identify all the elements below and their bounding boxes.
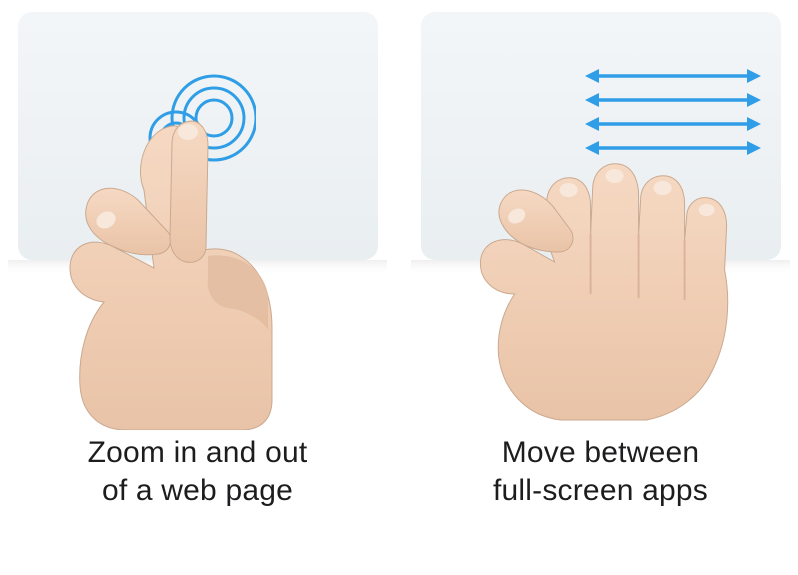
gesture-caption: Move between full-screen apps <box>493 434 708 509</box>
gesture-card-pinch-zoom: Zoom in and out of a web page <box>8 12 387 575</box>
hand-four-finger-icon <box>450 94 770 434</box>
gesture-card-swipe-fullscreen: Move between full-screen apps <box>411 12 790 575</box>
caption-line-2: of a web page <box>88 472 308 510</box>
caption-line-2: full-screen apps <box>493 472 708 510</box>
caption-line-1: Move between <box>493 434 708 472</box>
hand-pinch-icon <box>36 70 336 430</box>
caption-line-1: Zoom in and out <box>88 434 308 472</box>
gesture-illustration <box>411 12 790 422</box>
gesture-illustration <box>8 12 387 422</box>
gesture-caption: Zoom in and out of a web page <box>88 434 308 509</box>
gesture-gallery: Zoom in and out of a web page <box>0 0 798 575</box>
